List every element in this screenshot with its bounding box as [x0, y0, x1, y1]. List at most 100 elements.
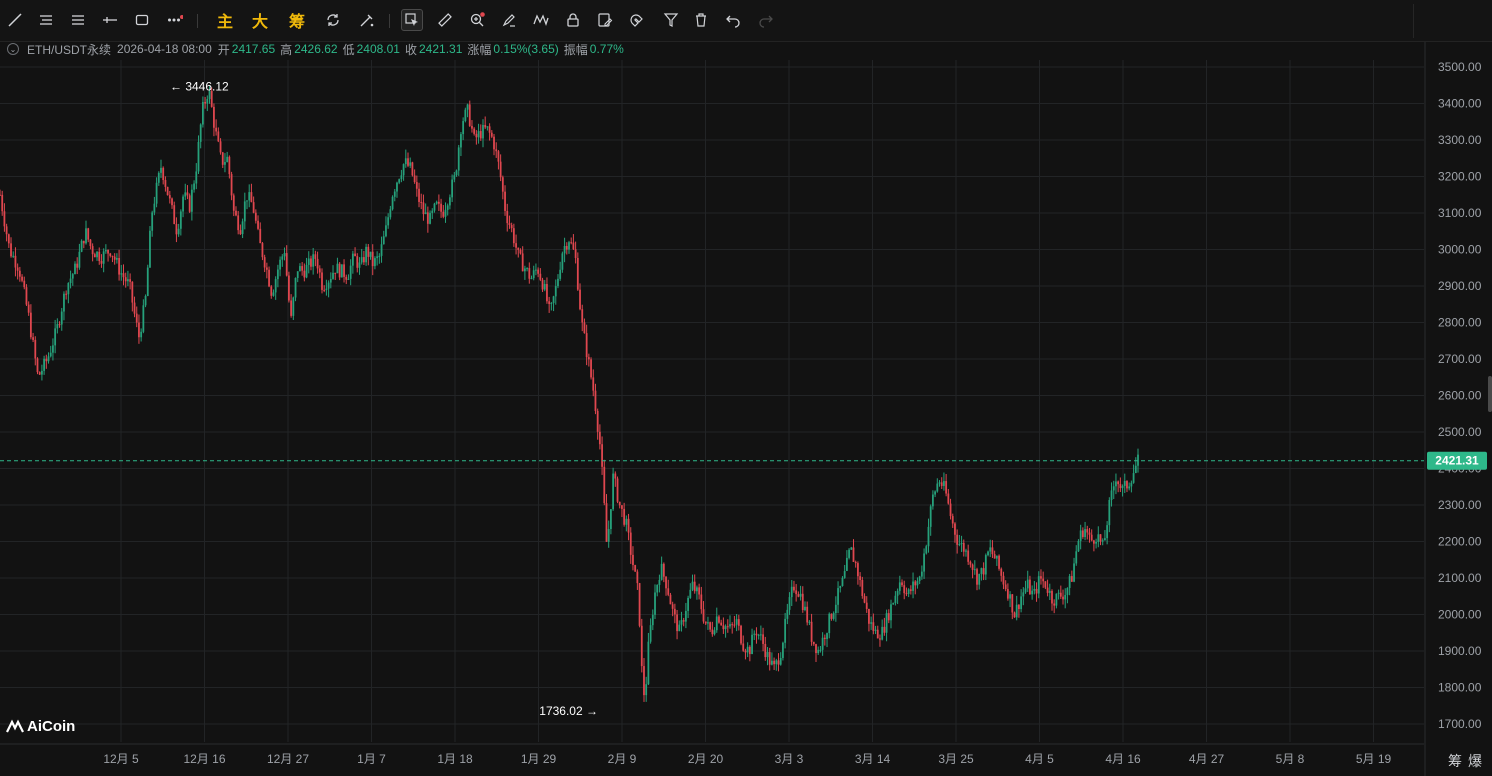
- candle-body: [598, 431, 601, 445]
- candle-body: [616, 478, 619, 502]
- candle-body: [473, 128, 476, 134]
- candle-body: [310, 258, 312, 267]
- candle-body: [1130, 482, 1133, 487]
- candle-body: [113, 256, 116, 260]
- candle-body: [288, 275, 290, 301]
- candle-body: [762, 634, 764, 644]
- y-tick-label: 3100.00: [1438, 206, 1482, 220]
- candle-body: [927, 526, 930, 547]
- candle-body: [733, 624, 736, 626]
- candle-body: [230, 174, 233, 196]
- candle-body: [1117, 481, 1120, 485]
- candle-body: [369, 251, 372, 257]
- candle-body: [29, 312, 32, 338]
- candle-body: [799, 593, 802, 597]
- candle-body: [892, 603, 895, 605]
- price-scale-handle[interactable]: [1488, 376, 1492, 412]
- candle-body: [91, 246, 94, 255]
- candle-body: [87, 228, 90, 240]
- candle-body: [74, 263, 76, 275]
- candle-body: [371, 251, 374, 267]
- candle-body: [433, 203, 436, 211]
- candle-body: [834, 604, 837, 614]
- candle-body: [636, 571, 639, 584]
- candle-body: [711, 629, 714, 635]
- candle-body: [1126, 481, 1128, 489]
- candle-body: [360, 257, 363, 263]
- corner-toggles[interactable]: 筹爆: [1448, 751, 1488, 771]
- candle-body: [65, 293, 68, 295]
- candle-body: [468, 104, 471, 126]
- candle-body: [422, 202, 425, 215]
- candle-body: [219, 141, 222, 153]
- candle-body: [118, 258, 120, 275]
- candle-body: [868, 608, 870, 624]
- candle-body: [173, 205, 176, 225]
- candle-body: [215, 127, 218, 132]
- candle-body: [804, 606, 806, 611]
- x-tick-label: 1月 18: [437, 752, 473, 766]
- candle-body: [104, 250, 107, 252]
- candle-body: [56, 324, 59, 329]
- candlestick-chart[interactable]: 3500.00 3400.00 3300.00 3200.00 3100.00 3000.…: [0, 0, 1492, 776]
- candle-body: [861, 579, 864, 597]
- candle-body: [82, 240, 85, 244]
- candle-body: [146, 267, 149, 296]
- candle-body: [1132, 473, 1135, 483]
- x-tick-label: 12月 5: [103, 752, 139, 766]
- candle-body: [718, 616, 720, 623]
- candle-body: [687, 597, 689, 611]
- candle-body: [451, 179, 454, 198]
- candle-body: [537, 269, 540, 274]
- x-tick-label: 1月 29: [521, 752, 557, 766]
- candle-body: [810, 621, 813, 642]
- candle-body: [345, 276, 348, 280]
- candle-body: [1084, 529, 1086, 538]
- candle-body: [135, 313, 138, 323]
- candle-body: [193, 183, 195, 190]
- candle-body: [848, 549, 850, 558]
- candle-body: [184, 192, 187, 197]
- candle-body: [512, 228, 515, 244]
- candle-body: [912, 581, 914, 591]
- candle-body: [980, 568, 983, 574]
- candle-body: [160, 167, 162, 173]
- candle-body: [812, 641, 815, 645]
- candle-body: [440, 203, 442, 212]
- y-tick-label: 3300.00: [1438, 133, 1482, 147]
- candle-body: [1002, 575, 1005, 585]
- candle-body: [850, 547, 853, 550]
- candle-body: [493, 136, 495, 150]
- candle-body: [336, 263, 339, 274]
- candle-body: [482, 124, 484, 139]
- y-tick-label: 3400.00: [1438, 97, 1482, 111]
- candle-body: [998, 555, 1000, 569]
- candle-body: [713, 630, 716, 635]
- x-tick-label: 3月 14: [855, 752, 891, 766]
- candle-body: [1066, 587, 1069, 595]
- candle-body: [654, 592, 656, 615]
- y-tick-label: 2900.00: [1438, 279, 1482, 293]
- candle-body: [237, 215, 240, 231]
- x-tick-label: 2月 20: [688, 752, 724, 766]
- candle-body: [757, 634, 760, 636]
- candle-body: [993, 554, 996, 559]
- candle-body: [1097, 534, 1100, 543]
- candle-body: [826, 633, 828, 640]
- candle-body: [318, 268, 321, 273]
- candle-body: [292, 297, 295, 316]
- candle-body: [978, 573, 981, 585]
- candle-body: [424, 212, 427, 215]
- candle-body: [367, 246, 370, 257]
- x-tick-label: 12月 16: [183, 752, 225, 766]
- candle-body: [989, 547, 992, 552]
- candle-body: [268, 269, 270, 287]
- candle-body: [477, 131, 480, 138]
- candle-body: [535, 269, 537, 271]
- candle-body: [645, 684, 648, 696]
- candle-body: [510, 225, 513, 229]
- candle-body: [918, 576, 921, 581]
- candle-body: [885, 613, 888, 633]
- candle-body: [583, 322, 586, 334]
- candle-body: [956, 534, 959, 545]
